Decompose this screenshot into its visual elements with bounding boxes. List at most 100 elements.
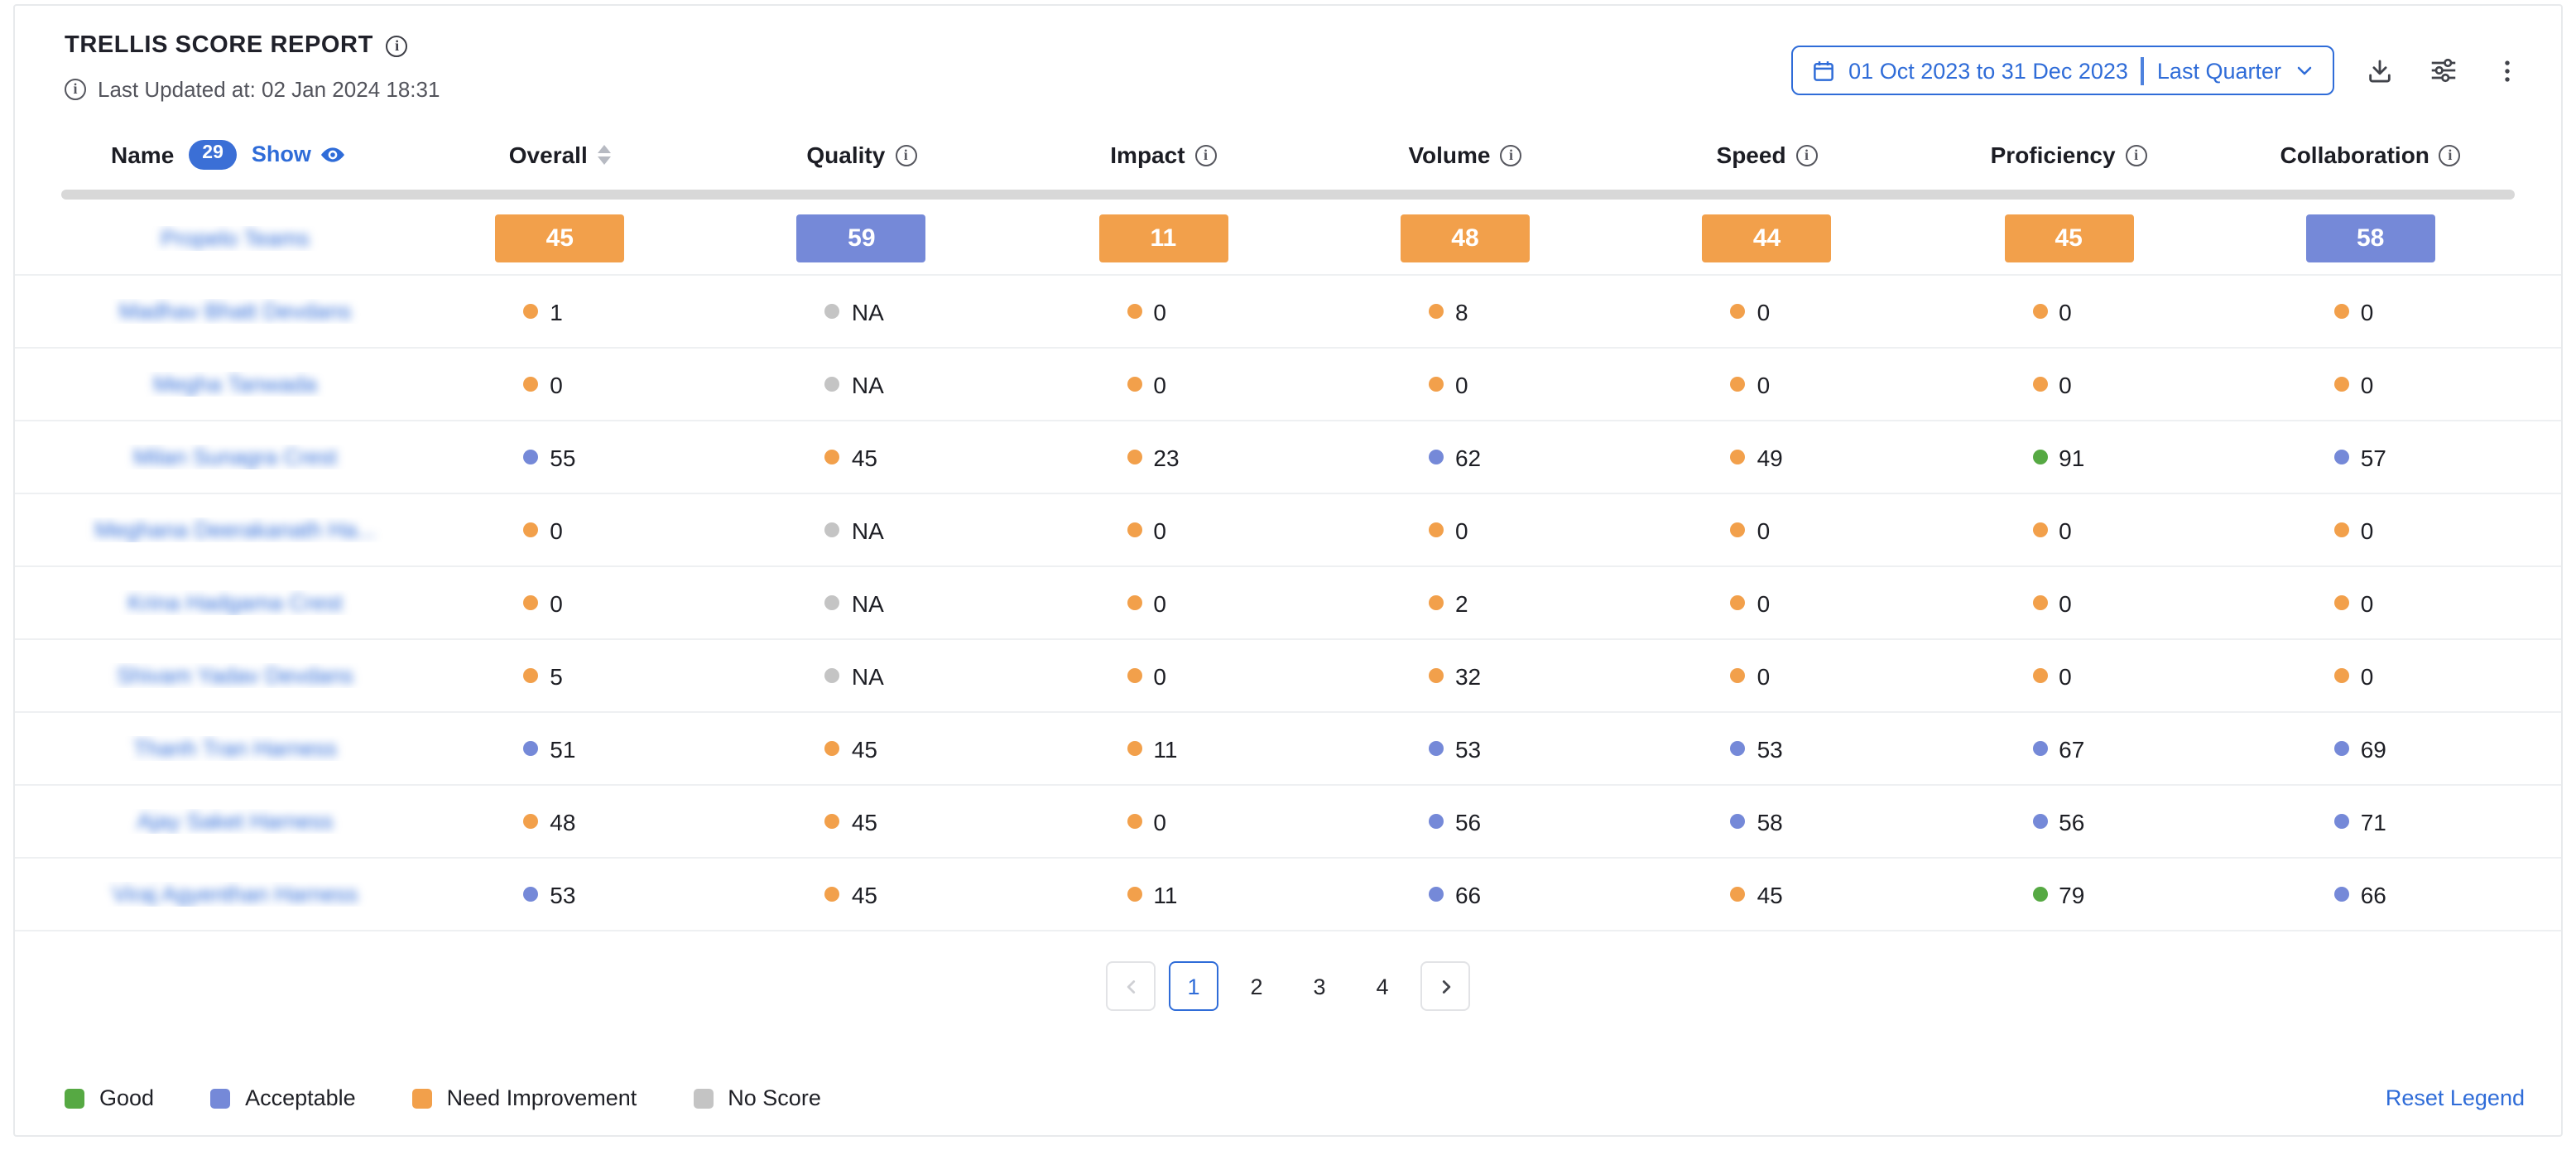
score-dot	[1731, 814, 1746, 829]
score-box[interactable]: 44	[1703, 214, 1832, 262]
speed-info-icon[interactable]	[1796, 144, 1818, 166]
score-cell: 49	[1616, 444, 1918, 470]
score-value: 0	[1757, 662, 1771, 689]
score-box[interactable]: 48	[1401, 214, 1530, 262]
member-name-cell: Krina Hadgama Crest	[61, 590, 409, 615]
column-label-overall: Overall	[509, 142, 588, 168]
kebab-menu-button[interactable]	[2490, 53, 2525, 88]
score-cell: 56	[1918, 808, 2220, 835]
title-info-icon[interactable]	[387, 35, 408, 56]
column-label-impact: Impact	[1110, 142, 1185, 168]
horizontal-scrollbar[interactable]	[61, 190, 2515, 200]
score-value: 62	[1455, 444, 1481, 470]
member-name-link[interactable]: Thanh Tran Harness	[133, 736, 337, 761]
download-button[interactable]	[2362, 53, 2397, 88]
date-range-picker-button[interactable]: 01 Oct 2023 to 31 Dec 2023 Last Quarter	[1790, 46, 2334, 95]
impact-info-icon[interactable]	[1195, 144, 1217, 166]
last-updated-info-icon[interactable]	[65, 79, 86, 100]
score-dot	[1731, 522, 1746, 537]
member-name-link[interactable]: Ajay Saket Harness	[137, 809, 333, 834]
score-value: 45	[852, 444, 877, 470]
legend-item-acceptable[interactable]: Acceptable	[210, 1085, 356, 1110]
member-name-link[interactable]: Milan Sunagra Crest	[133, 445, 337, 469]
member-name-link[interactable]: Megha Tanwada	[153, 372, 317, 397]
score-dot	[1429, 887, 1444, 902]
reset-legend-link[interactable]: Reset Legend	[2386, 1085, 2525, 1110]
score-box[interactable]: 11	[1098, 214, 1228, 262]
score-dot	[1429, 668, 1444, 683]
page-2-button[interactable]: 2	[1232, 961, 1281, 1011]
score-value: NA	[852, 590, 884, 616]
score-value: 49	[1757, 444, 1783, 470]
score-box[interactable]: 45	[495, 214, 624, 262]
score-dot	[1731, 304, 1746, 319]
volume-info-icon[interactable]	[1501, 144, 1522, 166]
score-dot	[825, 304, 840, 319]
member-name-link[interactable]: Viraj Agyenthan Harness	[113, 882, 358, 907]
score-dot	[2334, 887, 2349, 902]
page-4-button[interactable]: 4	[1358, 961, 1407, 1011]
score-cell: NA	[711, 517, 1013, 543]
pagination-next-button[interactable]	[1420, 961, 1470, 1011]
score-dot	[1127, 522, 1141, 537]
proficiency-info-icon[interactable]	[2126, 144, 2147, 166]
name-column-header: Name 29 Show	[61, 140, 409, 170]
score-dot	[1731, 887, 1746, 902]
score-value: 0	[1153, 517, 1166, 543]
page-1-button[interactable]: 1	[1169, 961, 1218, 1011]
legend-item-need-improvement[interactable]: Need Improvement	[412, 1085, 637, 1110]
score-dot	[2032, 304, 2047, 319]
pagination-prev-button[interactable]	[1106, 961, 1156, 1011]
score-cell: 5	[409, 662, 711, 689]
score-value: 0	[1153, 662, 1166, 689]
score-value: 0	[2361, 371, 2374, 397]
legend-item-no-score[interactable]: No Score	[693, 1085, 821, 1110]
score-value: 0	[1757, 517, 1771, 543]
score-cell: 0	[2219, 371, 2521, 397]
toolbar-controls: 01 Oct 2023 to 31 Dec 2023 Last Quarter	[1790, 46, 2525, 95]
member-name-cell: Milan Sunagra Crest	[61, 445, 409, 469]
page-3-button[interactable]: 3	[1295, 961, 1344, 1011]
score-box[interactable]: 45	[2004, 214, 2133, 262]
member-row: Milan Sunagra Crest 55452362499157	[15, 420, 2561, 493]
quality-info-icon[interactable]	[895, 144, 916, 166]
member-name-link[interactable]: Meghana Deerakanath Ha...	[94, 517, 375, 542]
member-name-link[interactable]: Shivam Yadav Devdans	[117, 663, 353, 688]
score-cell: 45	[711, 808, 1013, 835]
member-name-link[interactable]: Madhav Bhatt Devdans	[119, 299, 352, 324]
summary-score-cell: 58	[2219, 214, 2521, 262]
score-box[interactable]: 58	[2306, 214, 2435, 262]
team-name-link[interactable]: Propelo Teams	[161, 225, 310, 250]
column-header-overall[interactable]: Overall	[409, 142, 711, 168]
show-names-button[interactable]: Show	[252, 142, 346, 168]
score-cell: 66	[2219, 881, 2521, 907]
score-cell: 0	[1012, 808, 1314, 835]
score-cell: 0	[1616, 517, 1918, 543]
column-label-collaboration: Collaboration	[2280, 142, 2429, 168]
score-cell: 11	[1012, 735, 1314, 762]
summary-score-cell: 45	[409, 214, 711, 262]
score-cell: NA	[711, 298, 1013, 325]
score-cell: 55	[409, 444, 711, 470]
last-updated-text: Last Updated at: 02 Jan 2024 18:31	[98, 77, 440, 102]
score-cell: 53	[1616, 735, 1918, 762]
sort-icon[interactable]	[598, 145, 611, 165]
score-dot	[523, 450, 538, 464]
score-value: 0	[1455, 371, 1468, 397]
score-dot	[523, 887, 538, 902]
member-row: Meghana Deerakanath Ha... 0NA00000	[15, 493, 2561, 565]
topbar: TRELLIS SCORE REPORT Last Updated at: 02…	[15, 6, 2561, 102]
summary-score-cell: 45	[1918, 214, 2220, 262]
score-value: 11	[1153, 881, 1177, 907]
collaboration-info-icon[interactable]	[2439, 144, 2461, 166]
score-cell: 0	[1012, 590, 1314, 616]
score-cell: 0	[409, 590, 711, 616]
date-preset-label: Last Quarter	[2157, 58, 2281, 83]
score-cell: NA	[711, 590, 1013, 616]
score-box[interactable]: 59	[797, 214, 926, 262]
member-count-badge: 29	[189, 140, 237, 170]
settings-sliders-button[interactable]	[2425, 52, 2462, 89]
legend-item-good[interactable]: Good	[65, 1085, 154, 1110]
score-dot	[1429, 522, 1444, 537]
member-name-link[interactable]: Krina Hadgama Crest	[127, 590, 343, 615]
